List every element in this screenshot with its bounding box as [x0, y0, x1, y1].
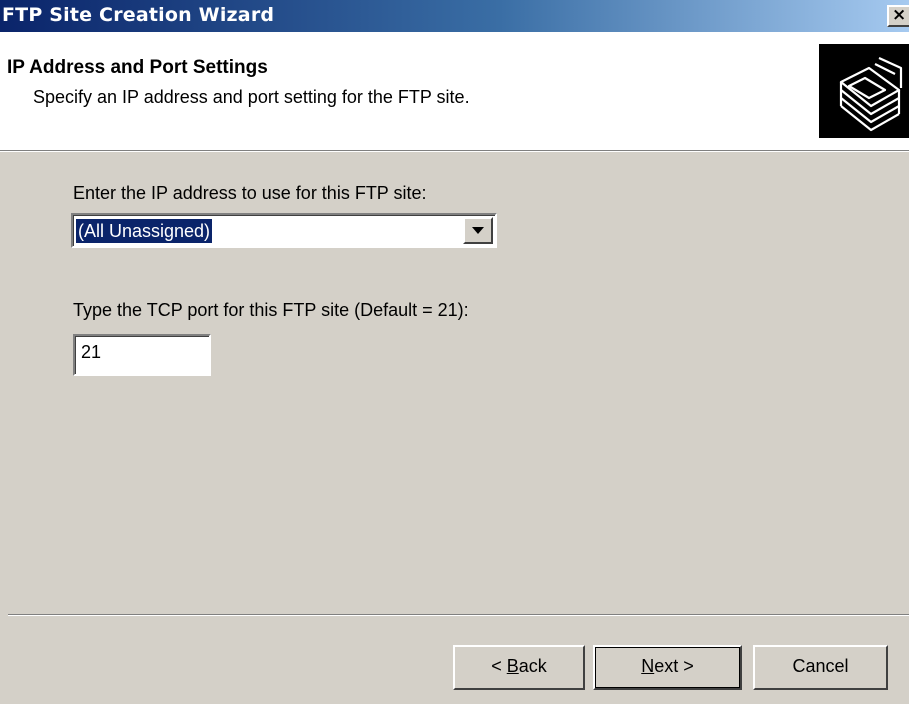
- footer-divider-highlight: [8, 615, 909, 616]
- ip-address-selected-value[interactable]: (All Unassigned): [76, 219, 213, 243]
- back-button-accesskey: B: [506, 656, 519, 676]
- title-bar[interactable]: FTP Site Creation Wizard ×: [0, 0, 909, 32]
- chevron-down-icon: [472, 227, 484, 234]
- back-button-prefix: <: [491, 656, 507, 676]
- wizard-header: IP Address and Port Settings Specify an …: [0, 32, 909, 150]
- close-button[interactable]: ×: [887, 5, 909, 27]
- close-icon: ×: [892, 5, 907, 25]
- page-title: IP Address and Port Settings: [7, 57, 268, 78]
- next-button-label: ext >: [654, 656, 694, 676]
- back-button-label: ack: [518, 656, 547, 676]
- cancel-button[interactable]: Cancel: [753, 645, 888, 690]
- ip-address-label: Enter the IP address to use for this FTP…: [73, 183, 427, 203]
- header-divider-highlight: [0, 151, 909, 152]
- page-subtitle: Specify an IP address and port setting f…: [33, 87, 470, 107]
- next-button-accesskey: N: [641, 656, 655, 676]
- tcp-port-label: Type the TCP port for this FTP site (Def…: [73, 300, 469, 320]
- ip-address-dropdown[interactable]: (All Unassigned): [71, 213, 497, 248]
- next-button[interactable]: Next >: [593, 645, 742, 690]
- ftp-folder-icon: [819, 44, 909, 138]
- back-button[interactable]: < Back: [453, 645, 585, 690]
- dropdown-button[interactable]: [463, 217, 493, 244]
- tcp-port-input[interactable]: 21: [73, 334, 211, 376]
- window-title: FTP Site Creation Wizard: [2, 4, 275, 26]
